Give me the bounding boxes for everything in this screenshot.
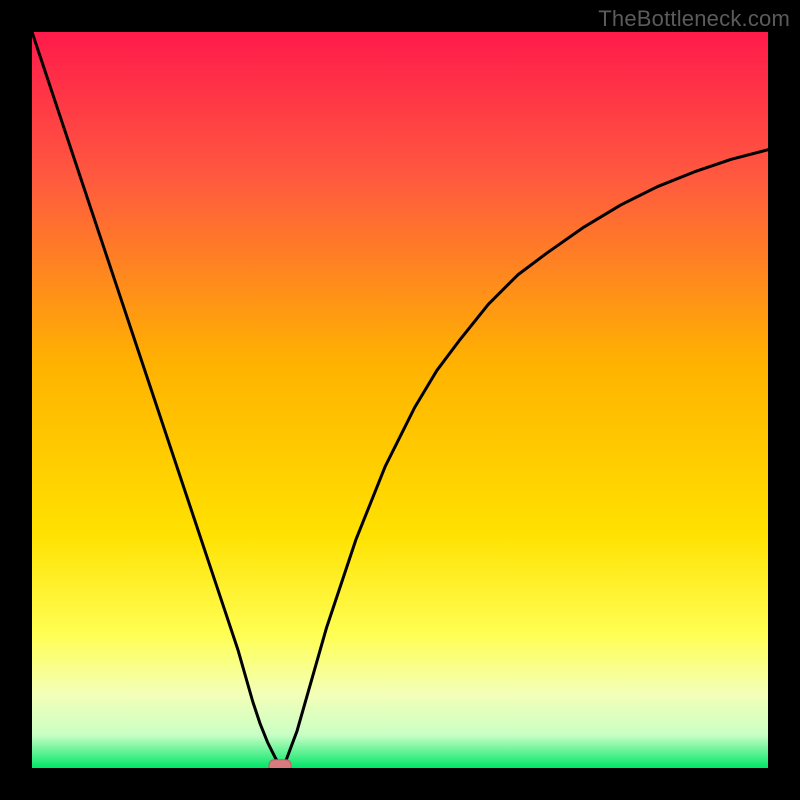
- plot-svg: [32, 32, 768, 768]
- plot-area: [32, 32, 768, 768]
- gradient-background: [32, 32, 768, 768]
- chart-frame: TheBottleneck.com: [0, 0, 800, 800]
- minimum-marker: [269, 760, 291, 768]
- watermark-text: TheBottleneck.com: [598, 6, 790, 32]
